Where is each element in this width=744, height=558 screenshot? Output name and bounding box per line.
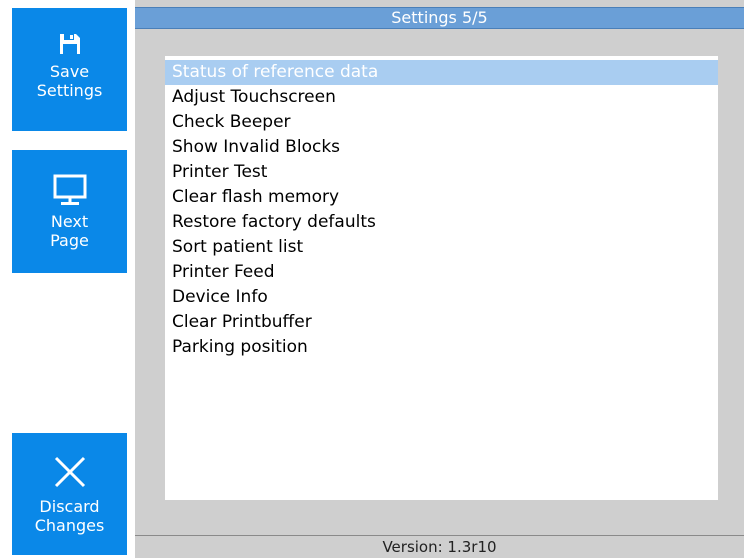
list-item[interactable]: Check Beeper [165, 110, 718, 135]
next-page-button[interactable]: Next Page [12, 150, 127, 273]
discard-label-line2: Changes [34, 516, 105, 535]
save-label-line2: Settings [36, 81, 103, 100]
next-page-label: Next Page [50, 212, 89, 250]
page-title: Settings 5/5 [135, 7, 744, 29]
save-settings-button[interactable]: Save Settings [12, 8, 127, 131]
list-item[interactable]: Clear Printbuffer [165, 310, 718, 335]
list-item[interactable]: Sort patient list [165, 235, 718, 260]
discard-label-line1: Discard [39, 497, 100, 516]
list-item[interactable]: Adjust Touchscreen [165, 85, 718, 110]
list-item[interactable]: Restore factory defaults [165, 210, 718, 235]
next-label-line1: Next [50, 212, 89, 231]
save-label-line1: Save [49, 62, 90, 81]
list-item[interactable]: Printer Test [165, 160, 718, 185]
list-item[interactable]: Status of reference data [165, 60, 718, 85]
list-item[interactable]: Show Invalid Blocks [165, 135, 718, 160]
list-item[interactable]: Clear flash memory [165, 185, 718, 210]
monitor-icon [53, 174, 86, 205]
save-settings-label: Save Settings [37, 62, 103, 100]
discard-changes-button[interactable]: Discard Changes [12, 433, 127, 555]
list-item[interactable]: Device Info [165, 285, 718, 310]
close-icon [54, 456, 85, 488]
list-item[interactable]: Printer Feed [165, 260, 718, 285]
list-item[interactable]: Parking position [165, 335, 718, 360]
version-label: Version: 1.3r10 [135, 535, 744, 558]
settings-list: Status of reference data Adjust Touchscr… [165, 56, 718, 500]
save-icon [59, 34, 80, 54]
left-button-bar: Save Settings Next Page Discard Changes [0, 0, 134, 558]
discard-changes-label: Discard Changes [35, 497, 105, 535]
settings-panel: Settings 5/5 Status of reference data Ad… [135, 0, 744, 558]
next-label-line2: Page [50, 231, 89, 250]
